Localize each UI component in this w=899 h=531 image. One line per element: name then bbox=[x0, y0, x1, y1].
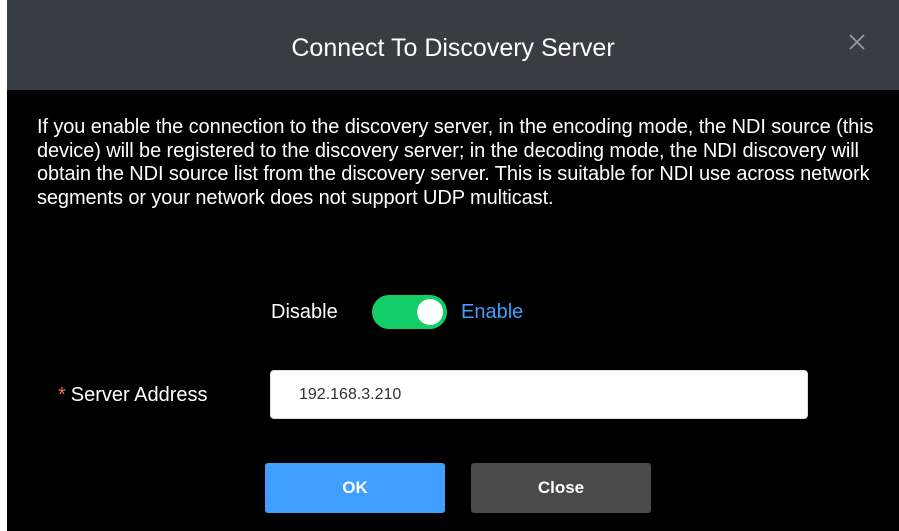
server-address-row: * Server Address bbox=[7, 370, 899, 420]
required-asterisk: * bbox=[58, 384, 66, 406]
toggle-off-label[interactable]: Disable bbox=[271, 300, 338, 324]
server-address-label: * Server Address bbox=[58, 383, 208, 407]
dialog-description: If you enable the connection to the disc… bbox=[37, 116, 874, 209]
close-icon[interactable] bbox=[844, 29, 870, 55]
dialog-title: Connect To Discovery Server bbox=[291, 34, 615, 62]
discovery-toggle-row: Disable Enable bbox=[7, 295, 899, 329]
server-address-label-text: Server Address bbox=[70, 384, 208, 406]
discovery-server-dialog: Connect To Discovery Server If you enabl… bbox=[7, 0, 899, 531]
ok-button[interactable]: OK bbox=[265, 463, 445, 513]
close-button[interactable]: Close bbox=[471, 463, 651, 513]
dialog-header: Connect To Discovery Server bbox=[7, 0, 899, 90]
toggle-on-label[interactable]: Enable bbox=[461, 300, 523, 324]
server-address-input[interactable] bbox=[270, 370, 808, 419]
enable-switch[interactable] bbox=[372, 295, 447, 329]
switch-knob bbox=[417, 299, 443, 325]
